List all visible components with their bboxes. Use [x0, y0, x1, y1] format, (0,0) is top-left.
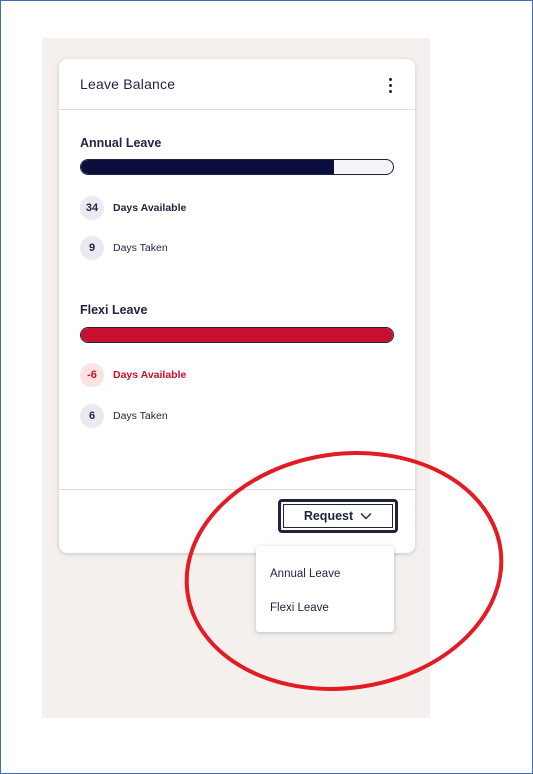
- flexi-leave-available-row: -6 Days Available: [80, 363, 186, 387]
- kebab-menu-icon[interactable]: [384, 75, 396, 95]
- flexi-leave-taken-badge: 6: [80, 404, 104, 428]
- flexi-leave-taken-label: Days Taken: [113, 410, 168, 422]
- request-button-label: Request: [303, 509, 354, 523]
- annual-leave-available-label: Days Available: [113, 202, 187, 214]
- leave-balance-card: Leave Balance Annual Leave 34 Days Avail…: [59, 59, 415, 553]
- flexi-leave-progress-bar: [80, 327, 394, 343]
- dropdown-item-annual-leave[interactable]: Annual Leave: [270, 568, 340, 580]
- card-footer-divider: [59, 489, 415, 490]
- card-header: Leave Balance: [59, 59, 415, 110]
- flexi-leave-available-badge: -6: [80, 363, 104, 387]
- dropdown-item-flexi-leave[interactable]: Flexi Leave: [270, 602, 329, 614]
- annual-leave-taken-badge: 9: [80, 236, 104, 260]
- request-dropdown-menu: Annual Leave Flexi Leave: [256, 546, 394, 632]
- card-title: Leave Balance: [80, 76, 176, 92]
- flexi-leave-available-label: Days Available: [113, 369, 187, 381]
- flexi-leave-taken-row: 6 Days Taken: [80, 404, 168, 428]
- request-button[interactable]: Request: [278, 499, 398, 533]
- annual-leave-available-badge: 34: [80, 196, 104, 220]
- annual-leave-progress-fill: [81, 160, 334, 174]
- chevron-down-icon: [360, 513, 372, 520]
- flexi-leave-title: Flexi Leave: [80, 303, 148, 317]
- annual-leave-available-row: 34 Days Available: [80, 196, 186, 220]
- annual-leave-taken-label: Days Taken: [113, 242, 168, 254]
- annual-leave-taken-row: 9 Days Taken: [80, 236, 168, 260]
- annual-leave-progress-bar: [80, 159, 394, 175]
- flexi-leave-progress-fill: [81, 328, 393, 342]
- annual-leave-title: Annual Leave: [80, 136, 162, 150]
